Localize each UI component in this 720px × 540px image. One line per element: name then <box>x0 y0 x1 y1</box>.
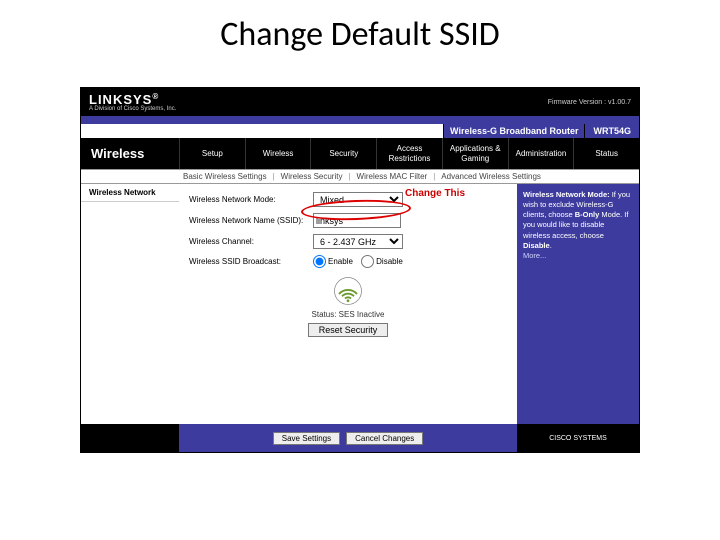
tab-administration[interactable]: Administration <box>508 138 574 169</box>
broadcast-disable-radio[interactable] <box>361 255 374 268</box>
subnav-mac-filter[interactable]: Wireless MAC Filter <box>357 172 428 181</box>
cancel-changes-button[interactable]: Cancel Changes <box>346 432 423 445</box>
help-more-link[interactable]: More... <box>523 251 546 260</box>
row-channel: Wireless Channel: 6 - 2.437 GHz <box>189 234 507 249</box>
tab-wireless[interactable]: Wireless <box>245 138 311 169</box>
row-ssid: Wireless Network Name (SSID): <box>189 213 507 228</box>
subnav-basic-wireless[interactable]: Basic Wireless Settings <box>183 172 267 181</box>
title-bar: Wireless-G Broadband Router WRT54G <box>81 124 639 138</box>
brand-text: LINKSYS® <box>89 92 159 107</box>
broadcast-disable-option[interactable]: Disable <box>361 257 403 266</box>
channel-label: Wireless Channel: <box>189 237 307 246</box>
branding-bar: LINKSYS® A Division of Cisco Systems, In… <box>81 88 639 116</box>
help-bold-1: B-Only <box>575 210 600 219</box>
tab-status[interactable]: Status <box>573 138 639 169</box>
model-label: WRT54G <box>584 124 639 138</box>
linksys-logo: LINKSYS® A Division of Cisco Systems, In… <box>89 92 176 112</box>
broadcast-enable-option[interactable]: Enable <box>313 257 353 266</box>
primary-nav: Wireless Setup Wireless Security Access … <box>81 138 639 169</box>
tab-security[interactable]: Security <box>310 138 376 169</box>
section-label: Wireless Network <box>81 184 179 202</box>
subnav-wireless-security[interactable]: Wireless Security <box>281 172 343 181</box>
form-column: Change This Wireless Network Mode: Mixed… <box>179 184 517 424</box>
help-bold-2: Disable <box>523 241 550 250</box>
footer-bar: Save Settings Cancel Changes CISCO SYSTE… <box>81 424 639 452</box>
tab-applications-gaming[interactable]: Applications & Gaming <box>442 138 508 169</box>
slide-title: Change Default SSID <box>0 0 720 63</box>
broadcast-enable-radio[interactable] <box>313 255 326 268</box>
product-title: Wireless-G Broadband Router <box>443 124 584 138</box>
cisco-logo: CISCO SYSTEMS <box>517 424 639 452</box>
firmware-version: Firmware Version : v1.00.7 <box>548 99 631 106</box>
accent-bar <box>81 116 639 124</box>
help-panel: Wireless Network Mode: If you wish to ex… <box>517 184 639 424</box>
broadcast-label: Wireless SSID Broadcast: <box>189 257 307 266</box>
ses-wifi-icon <box>333 276 363 306</box>
content-area: Wireless Network Change This Wireless Ne… <box>81 184 639 424</box>
ses-status: Status: SES Inactive <box>189 310 507 319</box>
help-heading: Wireless Network Mode: <box>523 190 610 199</box>
ssid-label: Wireless Network Name (SSID): <box>189 216 307 225</box>
left-column: Wireless Network <box>81 184 179 424</box>
ssid-input[interactable] <box>313 213 401 228</box>
router-admin-panel: LINKSYS® A Division of Cisco Systems, In… <box>80 87 640 453</box>
subnav-advanced-wireless[interactable]: Advanced Wireless Settings <box>441 172 541 181</box>
sub-nav: Basic Wireless Settings| Wireless Securi… <box>81 169 639 184</box>
brand-tagline: A Division of Cisco Systems, Inc. <box>89 106 176 112</box>
row-broadcast: Wireless SSID Broadcast: Enable Disable <box>189 255 507 268</box>
save-settings-button[interactable]: Save Settings <box>273 432 340 445</box>
tab-access-restrictions[interactable]: Access Restrictions <box>376 138 442 169</box>
reset-security-button[interactable]: Reset Security <box>308 323 389 337</box>
page-heading: Wireless <box>81 138 179 169</box>
channel-select[interactable]: 6 - 2.437 GHz <box>313 234 403 249</box>
row-mode: Wireless Network Mode: Mixed <box>189 192 507 207</box>
tab-setup[interactable]: Setup <box>179 138 245 169</box>
nav-tabs: Setup Wireless Security Access Restricti… <box>179 138 639 169</box>
mode-label: Wireless Network Mode: <box>189 195 307 204</box>
mode-select[interactable]: Mixed <box>313 192 403 207</box>
